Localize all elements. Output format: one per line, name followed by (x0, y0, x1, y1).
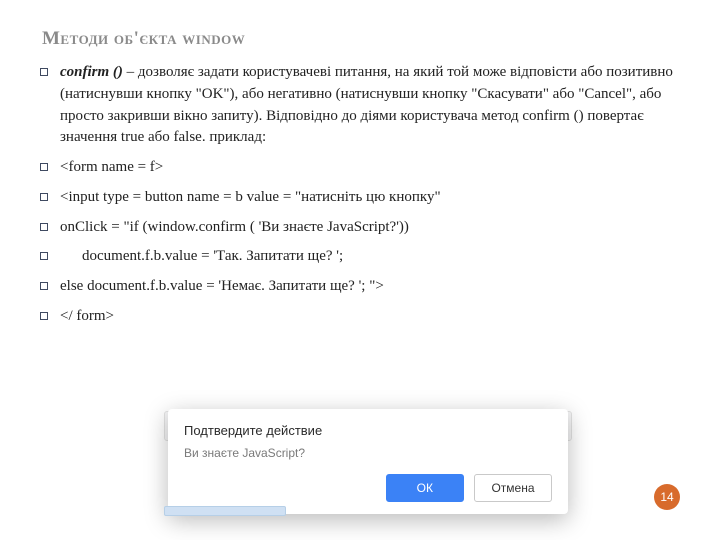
text: – дозволяє задати користувачеві питання,… (60, 64, 673, 145)
list-item: <input type = button name = b value = "н… (36, 187, 678, 209)
bullet-list: confirm () – дозволяє задати користуваче… (36, 62, 684, 328)
confirm-dialog: Подтвердите действие Ви знаєте JavaScrip… (168, 409, 568, 514)
list-item: else document.f.b.value = 'Немає. Запита… (36, 276, 678, 298)
keyword-confirm: confirm () (60, 64, 123, 80)
code-line: </ form> (60, 308, 114, 324)
dialog-screenshot: × Подтвердите действие Ви знаєте JavaScr… (168, 409, 568, 514)
list-item: </ form> (36, 306, 678, 328)
browser-bar-ghost (164, 506, 286, 516)
dialog-button-row: ОК Отмена (184, 474, 552, 502)
cancel-button[interactable]: Отмена (474, 474, 552, 502)
code-line: <input type = button name = b value = "н… (60, 189, 441, 205)
code-line: <form name = f> (60, 159, 163, 175)
list-item: document.f.b.value = 'Так. Запитати ще? … (36, 246, 678, 268)
dialog-message: Ви знаєте JavaScript? (184, 446, 552, 460)
code-line: else document.f.b.value = 'Немає. Запита… (60, 278, 384, 294)
code-line: document.f.b.value = 'Так. Запитати ще? … (60, 246, 343, 268)
list-item: onClick = "if (window.confirm ( 'Ви знає… (36, 217, 678, 239)
list-item: confirm () – дозволяє задати користуваче… (36, 62, 678, 149)
list-item: <form name = f> (36, 157, 678, 179)
dialog-title: Подтвердите действие (184, 423, 552, 438)
code-line: onClick = "if (window.confirm ( 'Ви знає… (60, 219, 409, 235)
page-number-badge: 14 (654, 484, 680, 510)
ok-button[interactable]: ОК (386, 474, 464, 502)
slide-title: Методи об'єкта window (42, 28, 684, 50)
